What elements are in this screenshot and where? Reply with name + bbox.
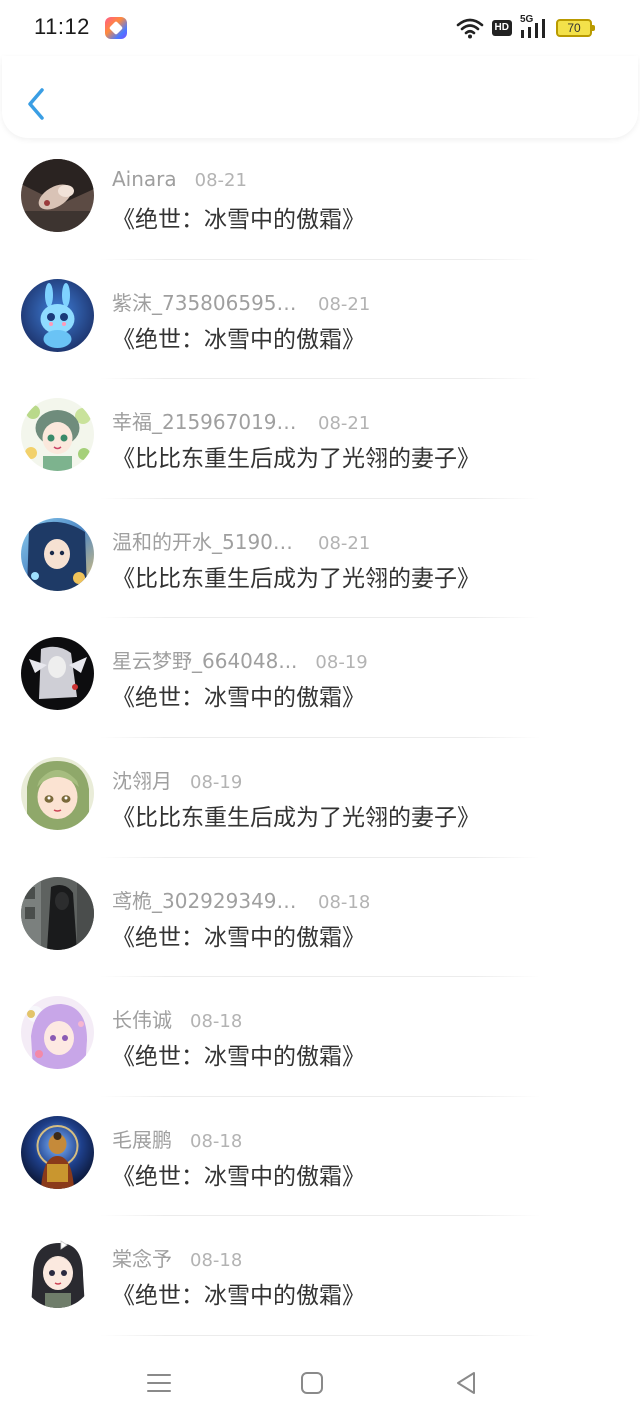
username: 鸢桅_3029293490... <box>112 888 300 913</box>
list-item-meta: 星云梦野_664048... 08-19 <box>112 645 368 674</box>
avatar[interactable] <box>21 398 94 472</box>
list-item-meta: Ainara 08-21 <box>112 167 247 191</box>
book-title[interactable]: 《比比东重生后成为了光翎的妻子》 <box>112 798 480 832</box>
list-item[interactable]: Ainara 08-21 《绝世：冰雪中的傲霜》 <box>0 140 640 260</box>
book-title[interactable]: 《绝世：冰雪中的傲霜》 <box>112 1276 365 1310</box>
book-title[interactable]: 《比比东重生后成为了光翎的妻子》 <box>112 559 480 593</box>
list-item-meta: 毛展鹏 08-18 <box>112 1124 242 1153</box>
date: 08-19 <box>315 652 368 674</box>
date: 08-21 <box>318 413 371 435</box>
status-time: 11:12 <box>34 14 90 39</box>
book-title[interactable]: 《绝世：冰雪中的傲霜》 <box>112 678 365 712</box>
date: 08-19 <box>190 771 243 793</box>
list-item-meta: 鸢桅_3029293490... 08-18 <box>112 885 370 914</box>
list-item-meta: 棠念予 08-18 <box>112 1243 242 1272</box>
username: 沈翎月 <box>112 768 172 793</box>
date: 08-21 <box>318 532 371 554</box>
avatar[interactable] <box>21 637 94 711</box>
avatar[interactable] <box>21 1115 94 1189</box>
list-item-meta: 沈翎月 08-19 <box>112 765 242 794</box>
book-title[interactable]: 《绝世：冰雪中的傲霜》 <box>112 918 365 952</box>
book-title[interactable]: 《绝世：冰雪中的傲霜》 <box>112 200 365 234</box>
username: 星云梦野_664048... <box>112 649 298 674</box>
system-back-button[interactable] <box>452 1369 480 1397</box>
back-button[interactable] <box>22 84 52 124</box>
date: 08-18 <box>190 1011 243 1033</box>
wifi-icon <box>456 18 483 39</box>
list-item-meta: 温和的开水_51901... 08-21 <box>112 526 370 555</box>
username: 温和的开水_51901... <box>112 529 300 554</box>
avatar[interactable] <box>21 517 94 591</box>
battery-icon: 70 <box>556 19 595 37</box>
status-indicators: HD 5G 70 <box>456 14 595 42</box>
list-item[interactable]: 长伟诚 08-18 《绝世：冰雪中的傲霜》 <box>0 977 640 1097</box>
list-item[interactable]: 沈翎月 08-19 《比比东重生后成为了光翎的妻子》 <box>0 738 640 858</box>
avatar[interactable] <box>21 876 94 950</box>
avatar[interactable] <box>21 159 94 232</box>
menu-button[interactable] <box>145 1369 173 1397</box>
avatar[interactable] <box>21 996 94 1070</box>
menu-icon <box>147 1374 171 1392</box>
username: Ainara <box>112 167 177 191</box>
home-button[interactable] <box>298 1369 326 1397</box>
list-item[interactable]: 紫沫_7358065957... 08-21 《绝世：冰雪中的傲霜》 <box>0 260 640 380</box>
list-item[interactable]: 星云梦野_664048... 08-19 《绝世：冰雪中的傲霜》 <box>0 618 640 738</box>
list-item-meta: 幸福_2159670193... 08-21 <box>112 406 370 435</box>
date: 08-18 <box>190 1130 243 1152</box>
avatar[interactable] <box>21 756 94 830</box>
reader-list: Ainara 08-21 《绝世：冰雪中的傲霜》 紫沫_7358065957..… <box>0 140 640 1336</box>
header <box>2 56 638 138</box>
list-item[interactable]: 幸福_2159670193... 08-21 《比比东重生后成为了光翎的妻子》 <box>0 379 640 499</box>
username: 紫沫_7358065957... <box>112 290 300 315</box>
cellular-signal-icon: 5G <box>520 14 548 40</box>
list-item-meta: 长伟诚 08-18 <box>112 1004 242 1033</box>
date: 08-21 <box>318 293 371 315</box>
list-item[interactable]: 温和的开水_51901... 08-21 《比比东重生后成为了光翎的妻子》 <box>0 499 640 619</box>
app-notification-icon <box>105 17 127 39</box>
status-bar: 11:12 HD 5G 70 <box>0 0 640 56</box>
chevron-left-icon <box>28 88 44 120</box>
username: 棠念予 <box>112 1247 172 1272</box>
date: 08-21 <box>194 170 247 191</box>
system-nav-bar <box>0 1344 640 1422</box>
hd-badge: HD <box>491 20 512 36</box>
list-item[interactable]: 棠念予 08-18 《绝世：冰雪中的傲霜》 <box>0 1216 640 1336</box>
book-title[interactable]: 《绝世：冰雪中的傲霜》 <box>112 320 365 354</box>
book-title[interactable]: 《绝世：冰雪中的傲霜》 <box>112 1037 365 1071</box>
username: 长伟诚 <box>112 1008 172 1033</box>
list-item[interactable]: 毛展鹏 08-18 《绝世：冰雪中的傲霜》 <box>0 1097 640 1217</box>
divider <box>100 1334 540 1336</box>
username: 毛展鹏 <box>112 1127 172 1152</box>
back-triangle-icon <box>457 1372 475 1394</box>
username: 幸福_2159670193... <box>112 410 300 435</box>
list-item[interactable]: 鸢桅_3029293490... 08-18 《绝世：冰雪中的傲霜》 <box>0 858 640 978</box>
list-item-meta: 紫沫_7358065957... 08-21 <box>112 287 370 316</box>
book-title[interactable]: 《绝世：冰雪中的傲霜》 <box>112 1157 365 1191</box>
date: 08-18 <box>318 891 371 913</box>
home-square-icon <box>301 1372 323 1394</box>
avatar[interactable] <box>21 278 94 352</box>
book-title[interactable]: 《比比东重生后成为了光翎的妻子》 <box>112 439 480 473</box>
battery-level: 70 <box>567 21 581 35</box>
avatar[interactable] <box>21 1235 94 1309</box>
date: 08-18 <box>190 1250 243 1272</box>
